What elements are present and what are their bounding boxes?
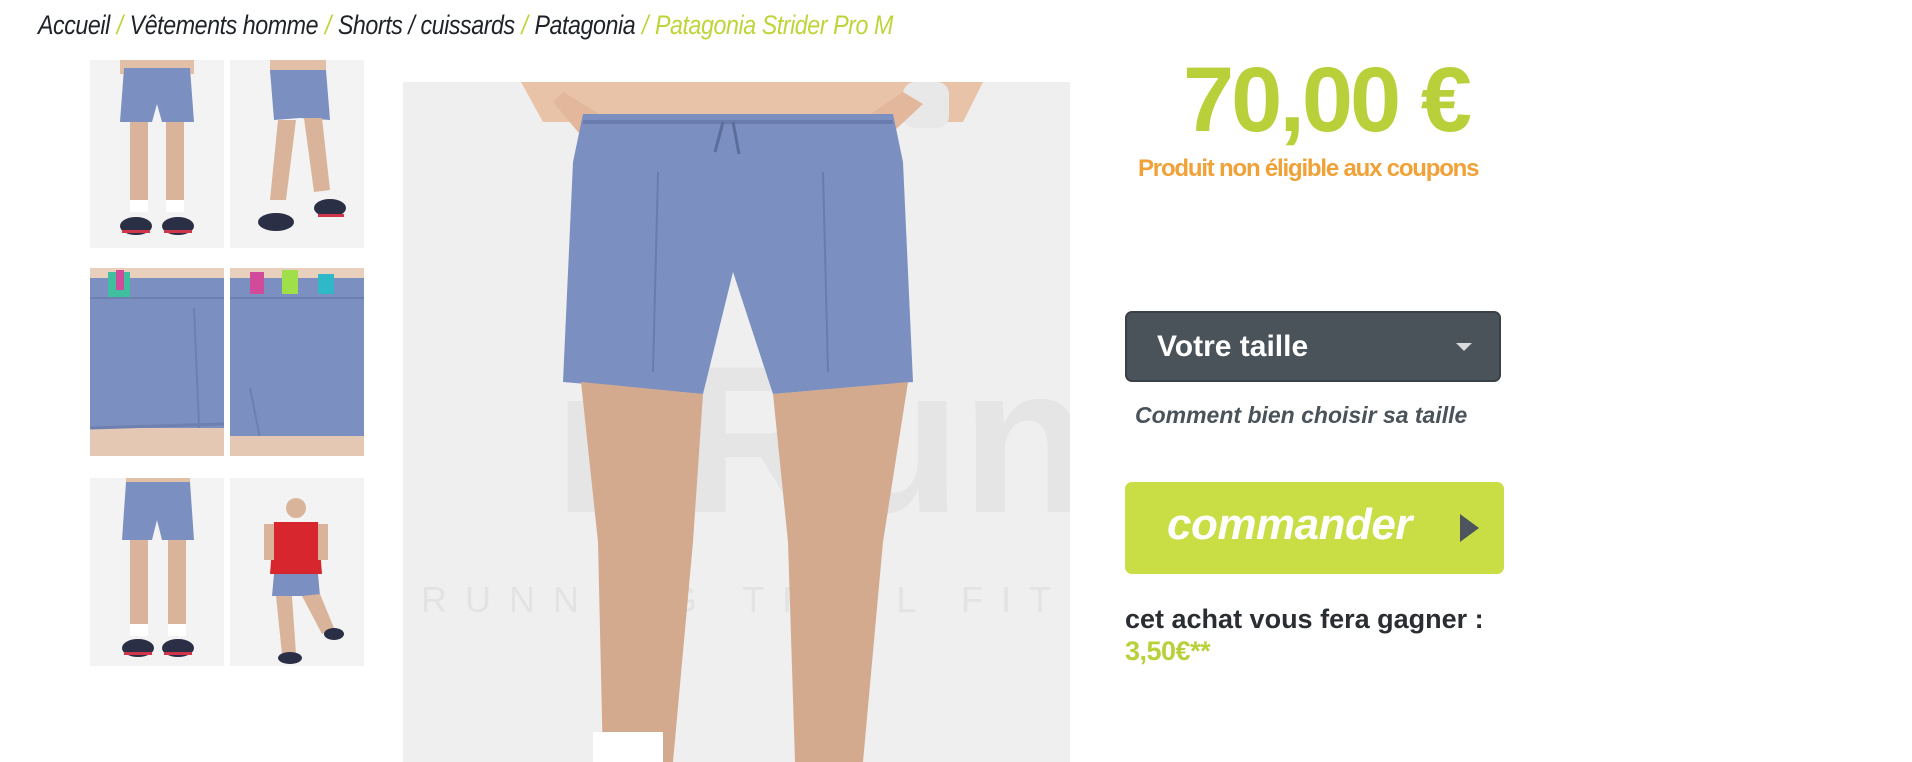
order-button-label: commander [1167,500,1412,549]
thumbnail-image [90,478,224,666]
reward-value: 3,50€** [1125,636,1211,666]
breadcrumb-item-shorts[interactable]: Shorts / cuissards [338,10,515,41]
breadcrumb-separator: / [642,10,649,40]
breadcrumb-item-home[interactable]: Accueil [38,10,110,41]
breadcrumb-item-mens-clothing[interactable]: Vêtements homme [130,10,319,41]
thumbnail-image [230,478,364,666]
breadcrumb: Accueil / Vêtements homme / Shorts / cui… [38,10,893,41]
product-price: 70,00 € [1183,49,1472,151]
breadcrumb-separator: / [116,10,123,40]
breadcrumb-separator: / [521,10,528,40]
thumbnail-image [230,60,364,248]
thumbnail-image [90,60,224,248]
breadcrumb-separator: / [324,10,331,40]
play-arrow-icon [1460,514,1479,542]
thumbnail-side-walking[interactable] [230,60,364,248]
chevron-down-icon [1456,343,1472,351]
breadcrumb-current: Patagonia Strider Pro M [654,10,893,40]
watermark-text: RUNNING TRAIL FITNESS [421,579,1070,620]
coupon-ineligible-note: Produit non éligible aux coupons [1138,155,1479,182]
main-product-image[interactable]: i-Run RUNNING TRAIL FITNESS [403,82,1070,762]
thumbnail-back-pockets-left[interactable] [90,268,224,456]
thumbnail-image [230,268,364,456]
thumbnail-back-pockets-right[interactable] [230,268,364,456]
thumbnail-image [90,268,224,456]
size-guide-link[interactable]: Comment bien choisir sa taille [1135,402,1467,429]
product-photo: i-Run RUNNING TRAIL FITNESS [403,82,1070,762]
thumbnail-front-legs[interactable] [90,478,224,666]
breadcrumb-item-brand[interactable]: Patagonia [534,10,635,41]
thumbnail-red-shirt-pose[interactable] [230,478,364,666]
size-select-value: Votre taille [1157,329,1309,363]
size-select[interactable]: Votre taille [1125,311,1501,382]
thumbnail-front-standing[interactable] [90,60,224,248]
reward-label: cet achat vous fera gagner : [1125,604,1484,634]
order-button[interactable]: commander [1125,482,1504,574]
